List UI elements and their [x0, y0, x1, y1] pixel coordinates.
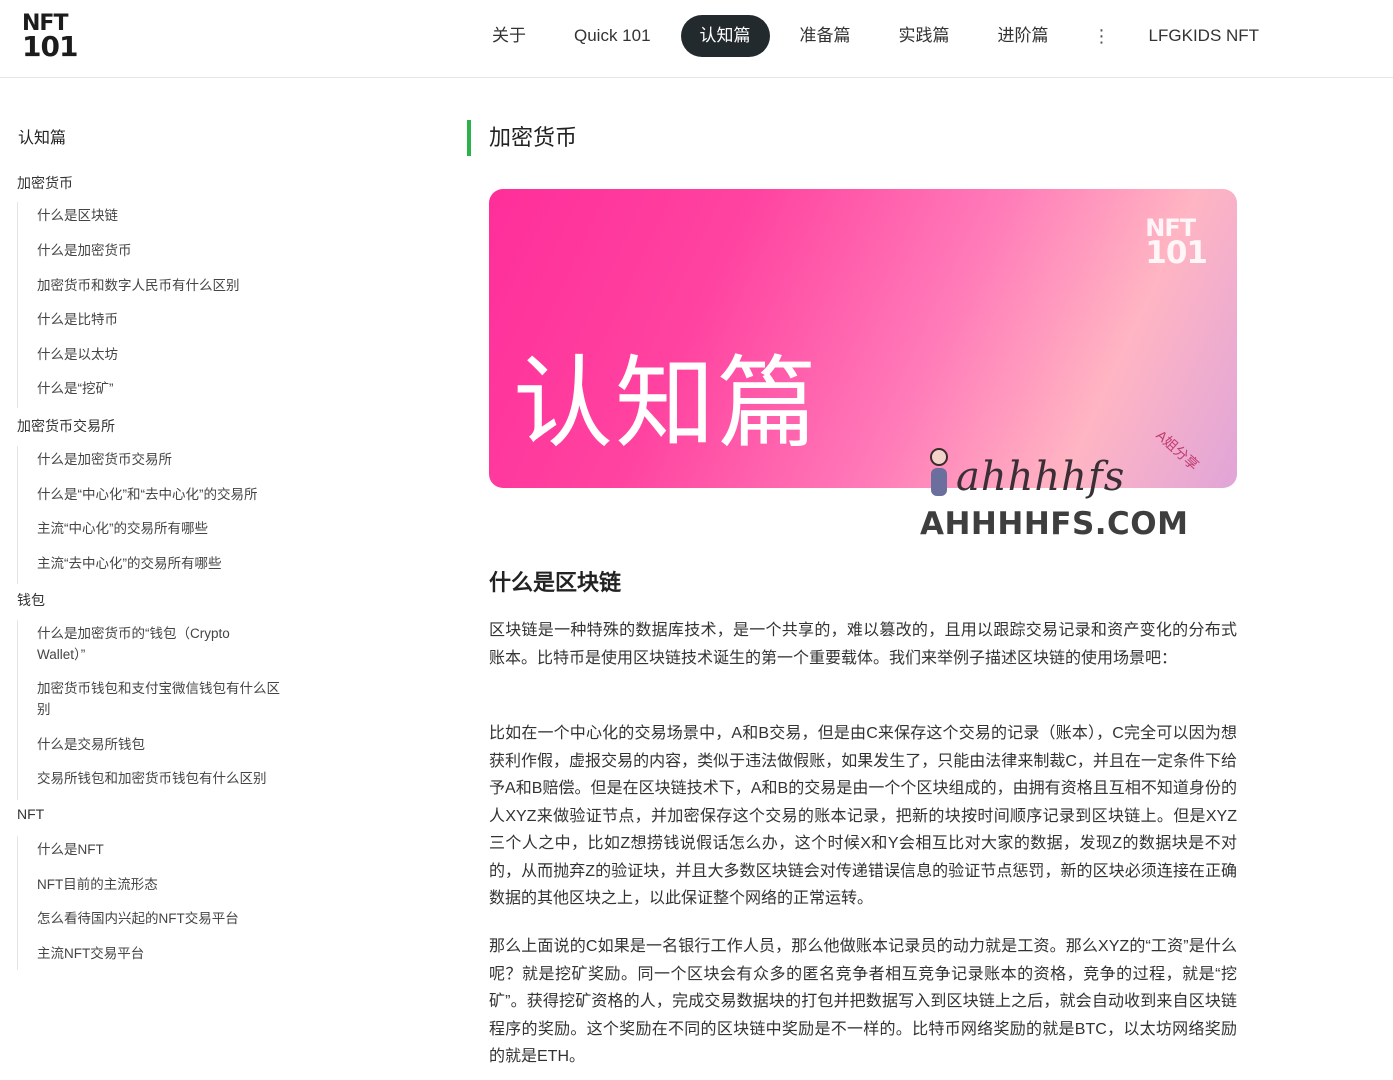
sidebar-link[interactable]: 什么是加密货币: [18, 240, 132, 261]
article-heading: 什么是区块链: [489, 570, 622, 595]
watermark-domain: AHHHHFS.COM: [920, 506, 1189, 542]
watermark-script: ahhhhfs: [956, 454, 1126, 500]
sidebar-link[interactable]: 什么是比特币: [18, 309, 118, 330]
sidebar-link[interactable]: NFT目前的主流形态: [18, 874, 158, 895]
mascot-icon: [928, 446, 950, 498]
article-paragraph: 那么上面说的C如果是一名银行工作人员，那么他做账本记录员的动力就是工资。那么XY…: [489, 938, 1237, 1065]
sidebar-title: 认知篇: [18, 130, 67, 147]
sidebar-link[interactable]: 加密货币钱包和支付宝微信钱包有什么区别: [18, 678, 293, 720]
nft101-logo[interactable]: NFT 101: [22, 13, 78, 63]
sidebar-sublist-nft: 什么是NFT NFT目前的主流形态 怎么看待国内兴起的NFT交易平台 主流NFT…: [17, 836, 239, 970]
sidebar-link[interactable]: 怎么看待国内兴起的NFT交易平台: [18, 908, 239, 929]
sidebar-group-crypto[interactable]: 加密货币: [17, 173, 73, 193]
hero-logo-line-2: 101: [1145, 235, 1208, 271]
sidebar-link[interactable]: 主流“去中心化”的交易所有哪些: [18, 553, 222, 574]
vertical-dots-icon[interactable]: ⋮: [1093, 26, 1111, 47]
logo-line-2: 101: [22, 30, 78, 63]
sidebar-sublist-exchange: 什么是加密货币交易所 什么是“中心化”和“去中心化”的交易所 主流“中心化”的交…: [17, 446, 257, 584]
article-paragraph: 区块链是一种特殊的数据库技术，是一个共享的，难以篡改的，且用以跟踪交易记录和资产…: [489, 622, 1237, 667]
sidebar-link[interactable]: 主流NFT交易平台: [18, 943, 144, 964]
sidebar-sublist-wallet: 什么是加密货币的“钱包（Crypto Wallet）” 加密货币钱包和支付宝微信…: [17, 620, 280, 800]
hero-title: 认知篇: [513, 345, 819, 462]
section-title: 加密货币: [467, 120, 577, 156]
sidebar-link[interactable]: 主流“中心化”的交易所有哪些: [18, 518, 208, 539]
sidebar-link[interactable]: 交易所钱包和加密货币钱包有什么区别: [18, 768, 267, 789]
nav-item-quick-101[interactable]: Quick 101: [550, 15, 675, 57]
sidebar-link[interactable]: 什么是加密货币交易所: [18, 449, 172, 470]
sidebar-link[interactable]: 什么是“挖矿”: [18, 378, 114, 399]
sidebar-link[interactable]: 什么是区块链: [18, 205, 118, 226]
sidebar-link[interactable]: 什么是加密货币的“钱包（Crypto Wallet）”: [18, 623, 258, 665]
sidebar-link[interactable]: 什么是交易所钱包: [18, 734, 145, 755]
top-header: NFT 101 关于 Quick 101 认知篇 准备篇 实践篇 进阶篇 ⋮ L…: [0, 0, 1393, 78]
hero-logo: NFT 101: [1145, 216, 1208, 271]
nav-item-practice[interactable]: 实践篇: [875, 15, 974, 57]
sidebar-sublist-crypto: 什么是区块链 什么是加密货币 加密货币和数字人民币有什么区别 什么是比特币 什么…: [17, 202, 240, 408]
nav-item-about[interactable]: 关于: [468, 15, 550, 57]
nav-item-advanced[interactable]: 进阶篇: [974, 15, 1073, 57]
sidebar-link[interactable]: 什么是NFT: [18, 839, 104, 860]
sidebar-group-wallet[interactable]: 钱包: [17, 590, 45, 610]
nav-item-cognition[interactable]: 认知篇: [680, 15, 770, 57]
sidebar-link[interactable]: 什么是“中心化”和“去中心化”的交易所: [18, 484, 257, 505]
sidebar: 认知篇 加密货币 什么是区块链 什么是加密货币 加密货币和数字人民币有什么区别 …: [0, 78, 320, 1080]
nav-item-preparation[interactable]: 准备篇: [776, 15, 875, 57]
article-paragraph: 比如在一个中心化的交易场景中，A和B交易，但是由C来保存这个交易的记录（账本），…: [489, 725, 1237, 907]
main-nav: 关于 Quick 101 认知篇 准备篇 实践篇 进阶篇 ⋮ LFGKIDS N…: [468, 15, 1283, 57]
sidebar-link[interactable]: 加密货币和数字人民币有什么区别: [18, 275, 240, 296]
sidebar-group-exchange[interactable]: 加密货币交易所: [17, 416, 115, 436]
watermark: ahhhhfs A姐分享 AHHHHFS.COM: [920, 427, 1210, 546]
sidebar-group-nft[interactable]: NFT: [17, 806, 44, 822]
sidebar-link[interactable]: 什么是以太坊: [18, 344, 118, 365]
nav-item-lfgkids-nft[interactable]: LFGKIDS NFT: [1125, 15, 1284, 57]
